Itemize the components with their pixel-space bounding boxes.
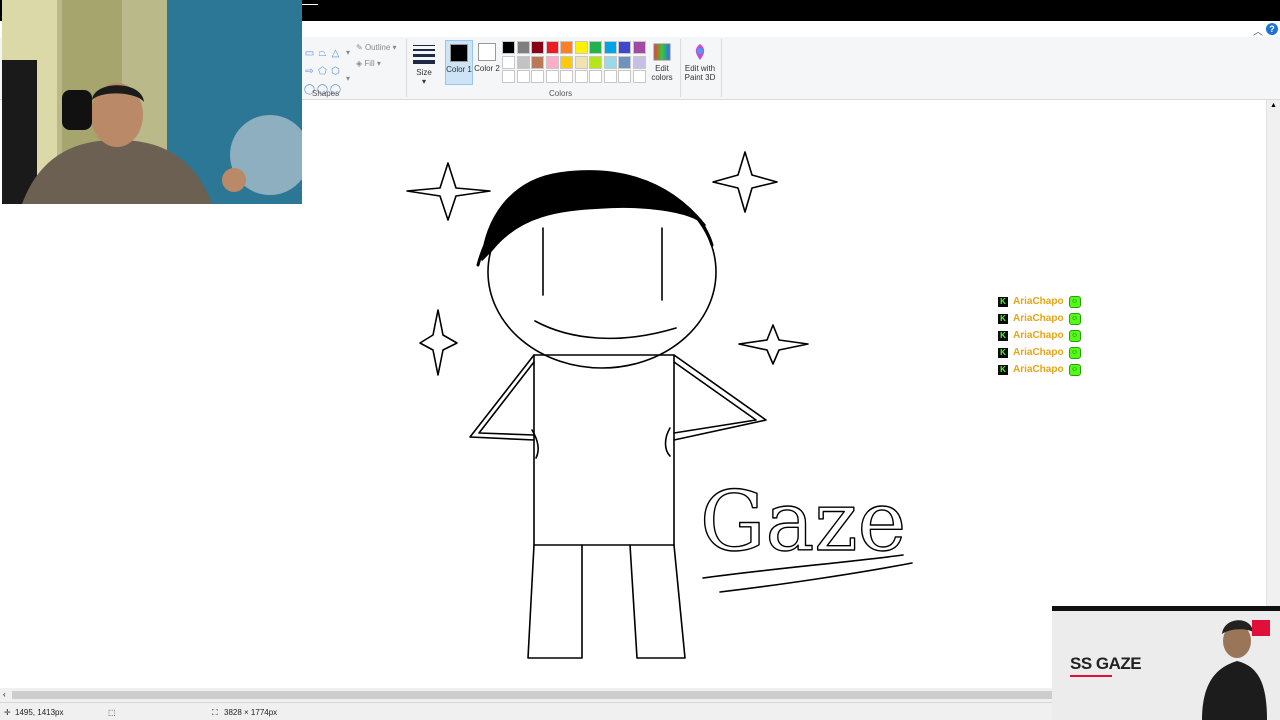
palette-swatch[interactable]: [574, 55, 588, 69]
paint3d-button[interactable]: Edit with Paint 3D: [682, 42, 718, 82]
canvas-size-icon: ⛶: [212, 708, 218, 717]
horizontal-scrollbar[interactable]: ‹: [0, 688, 1052, 702]
palette-swatch[interactable]: [618, 55, 631, 69]
color-palette[interactable]: [502, 41, 648, 85]
help-icon[interactable]: ?: [1266, 23, 1278, 35]
chat-message: K AriaChapo ☺: [998, 344, 1081, 361]
color1-button[interactable]: Color 1: [445, 40, 473, 85]
chat-username[interactable]: AriaChapo: [1013, 296, 1064, 307]
kick-badge-icon: K: [998, 364, 1008, 375]
palette-swatch[interactable]: [632, 70, 646, 83]
sparkle-star: [406, 162, 491, 221]
chat-message: K AriaChapo ☺: [998, 327, 1081, 344]
webcam-image: [2, 0, 302, 204]
collapse-ribbon-icon[interactable]: ︿: [1253, 23, 1263, 38]
cursor-position: 1495, 1413px: [15, 708, 64, 717]
palette-swatch[interactable]: [545, 55, 559, 69]
palette-swatch[interactable]: [632, 41, 646, 54]
palette-swatch[interactable]: [574, 70, 588, 83]
sparkle-star: [738, 324, 809, 365]
scroll-up-icon[interactable]: ▲: [1270, 102, 1277, 109]
stream-chat-overlay: K AriaChapo ☺ K AriaChapo ☺ K AriaChapo ☺ K AriaCh…: [998, 293, 1081, 378]
palette-swatch[interactable]: [560, 41, 573, 54]
palette-swatch[interactable]: [545, 70, 559, 83]
palette-swatch[interactable]: [516, 70, 530, 83]
outline-button[interactable]: ✎ Outline ▾: [356, 43, 397, 52]
palette-swatch[interactable]: [589, 41, 602, 54]
chat-username[interactable]: AriaChapo: [1013, 330, 1064, 341]
palette-swatch[interactable]: [574, 41, 588, 54]
chat-username[interactable]: AriaChapo: [1013, 313, 1064, 324]
palette-swatch[interactable]: [502, 41, 515, 54]
chat-username[interactable]: AriaChapo: [1013, 347, 1064, 358]
edit-colors-icon: [653, 43, 671, 61]
palette-swatch[interactable]: [516, 41, 530, 54]
mouth: [534, 320, 677, 340]
color2-swatch: [478, 43, 496, 61]
body: [533, 354, 675, 546]
edit-colors-button[interactable]: Edit colors: [648, 42, 676, 82]
cursor-position-icon: ✛: [4, 708, 11, 717]
fill-button[interactable]: ◈ Fill ▾: [356, 59, 381, 68]
streamer-brand-overlay: SS GAZE: [1052, 606, 1280, 720]
canvas-size: 3828 × 1774px: [224, 708, 278, 717]
kick-badge-icon: K: [998, 313, 1008, 324]
right-leg: [629, 544, 686, 659]
emote-icon: ☺: [1068, 363, 1081, 376]
palette-swatch[interactable]: [516, 55, 530, 69]
palette-swatch[interactable]: [632, 55, 646, 69]
sparkle-star: [712, 151, 778, 213]
sparkle-star: [419, 309, 458, 376]
colors-group-label: Colors: [549, 89, 573, 98]
hair: [481, 170, 706, 261]
webcam-overlay: [2, 0, 302, 204]
palette-swatch[interactable]: [502, 55, 515, 69]
palette-swatch[interactable]: [545, 41, 559, 54]
emote-icon: ☺: [1068, 329, 1081, 342]
left-arm: [469, 354, 535, 441]
palette-swatch[interactable]: [589, 70, 602, 83]
palette-swatch[interactable]: [603, 55, 617, 69]
paint3d-icon: [695, 44, 705, 60]
emote-icon: ☺: [1068, 312, 1081, 325]
kick-badge-icon: K: [998, 347, 1008, 358]
kick-badge-icon: K: [998, 296, 1008, 307]
kick-badge-icon: K: [998, 330, 1008, 341]
size-button[interactable]: Size ▾: [411, 42, 437, 86]
vertical-scrollbar[interactable]: ▲: [1266, 100, 1280, 688]
palette-swatch[interactable]: [618, 70, 631, 83]
signature-text: Gaze: [700, 475, 906, 570]
selection-size-icon: ⬚: [108, 708, 116, 717]
shapes-group-label: Shapes: [312, 89, 340, 98]
palette-swatch[interactable]: [560, 55, 573, 69]
size-icon: [413, 45, 435, 64]
status-bar: ✛ 1495, 1413px ⬚ ⛶ 3828 × 1774px: [0, 702, 1052, 720]
brand-text: SS GAZE: [1070, 654, 1142, 673]
emote-icon: ☺: [1068, 346, 1081, 359]
palette-swatch[interactable]: [560, 70, 573, 83]
palette-swatch[interactable]: [618, 41, 631, 54]
left-leg: [527, 544, 583, 659]
palette-swatch[interactable]: [603, 41, 617, 54]
palette-swatch[interactable]: [531, 70, 544, 83]
palette-swatch[interactable]: [531, 41, 544, 54]
scroll-left-icon[interactable]: ‹: [3, 690, 6, 699]
palette-swatch[interactable]: [589, 55, 602, 69]
chat-message: K AriaChapo ☺: [998, 293, 1081, 310]
chat-username[interactable]: AriaChapo: [1013, 364, 1064, 375]
palette-swatch[interactable]: [531, 55, 544, 69]
color1-swatch: [450, 44, 468, 62]
color2-button[interactable]: Color 2: [473, 40, 501, 85]
chat-message: K AriaChapo ☺: [998, 361, 1081, 378]
right-arm: [673, 354, 767, 441]
palette-swatch[interactable]: [502, 70, 515, 83]
emote-icon: ☺: [1068, 295, 1081, 308]
chat-message: K AriaChapo ☺: [998, 310, 1081, 327]
palette-swatch[interactable]: [603, 70, 617, 83]
